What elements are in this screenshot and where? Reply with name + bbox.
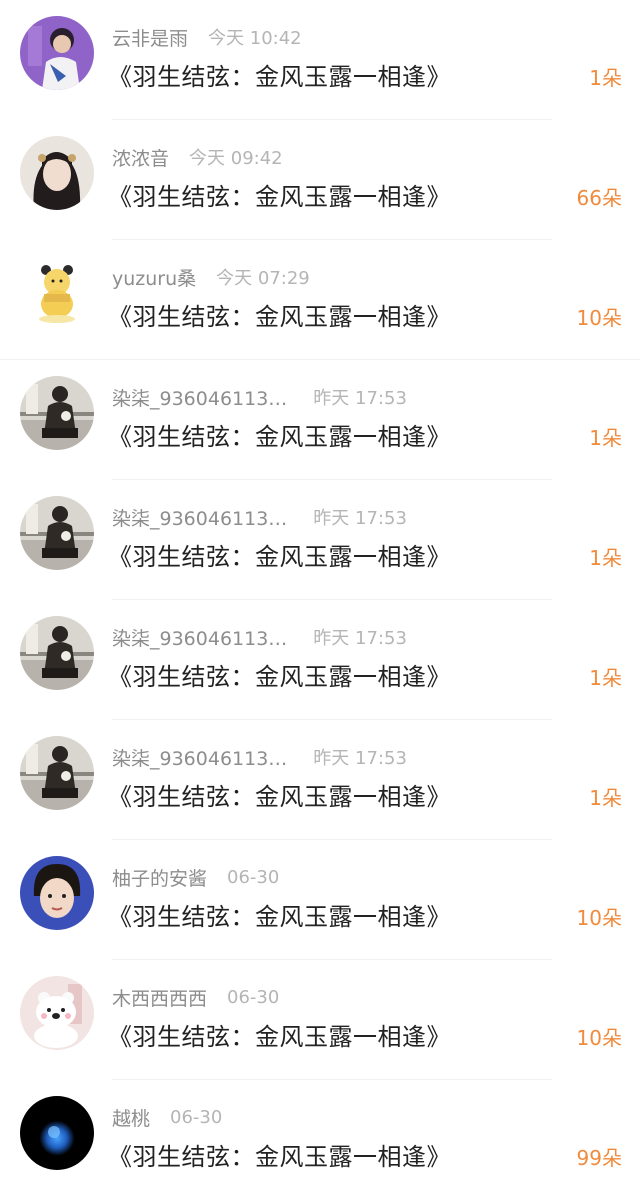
item-title: 《羽生结弦：金风玉露一相逢》 — [108, 63, 451, 91]
flower-count: 1朵 — [589, 786, 622, 810]
flower-count: 1朵 — [589, 426, 622, 450]
username[interactable]: 染柒_936046113… — [112, 504, 287, 531]
username[interactable]: 越桃 — [112, 1104, 150, 1131]
kneeling-person-avatar-icon[interactable] — [20, 496, 94, 570]
item-meta: 柚子的安酱 06-30 — [112, 864, 279, 890]
list-item[interactable]: yuzuru桑 今天 07:29 《羽生结弦：金风玉露一相逢》 10朵 — [0, 240, 640, 360]
item-title: 《羽生结弦：金风玉露一相逢》 — [108, 1023, 451, 1051]
timestamp: 昨天 17:53 — [313, 628, 407, 649]
list-item[interactable]: 染柒_936046113… 昨天 17:53 《羽生结弦：金风玉露一相逢》 1朵 — [0, 600, 640, 720]
username[interactable]: 浓浓音 — [112, 144, 169, 171]
flower-count: 1朵 — [589, 666, 622, 690]
flower-count: 1朵 — [589, 66, 622, 90]
white-bear-avatar-icon[interactable] — [20, 976, 94, 1050]
username[interactable]: 染柒_936046113… — [112, 744, 287, 771]
flower-count: 99朵 — [576, 1146, 622, 1170]
item-title: 《羽生结弦：金风玉露一相逢》 — [108, 1143, 451, 1171]
timestamp: 06-30 — [170, 1106, 223, 1128]
kneeling-person-avatar-icon[interactable] — [20, 736, 94, 810]
item-meta: 云非是雨 今天 10:42 — [112, 24, 302, 50]
list-item[interactable]: 浓浓音 今天 09:42 《羽生结弦：金风玉露一相逢》 66朵 — [0, 120, 640, 240]
username[interactable]: 染柒_936046113… — [112, 624, 287, 651]
gift-record-list: 云非是雨 今天 10:42 《羽生结弦：金风玉露一相逢》 1朵 浓浓音 今天 09:42… — [0, 0, 640, 1190]
item-title: 《羽生结弦：金风玉露一相逢》 — [108, 543, 451, 571]
list-item[interactable]: 柚子的安酱 06-30 《羽生结弦：金风玉露一相逢》 10朵 — [0, 840, 640, 960]
timestamp: 昨天 17:53 — [313, 388, 407, 409]
username[interactable]: 木西西西西 — [112, 984, 207, 1011]
woman-portrait-avatar-icon[interactable] — [20, 136, 94, 210]
timestamp: 06-30 — [227, 866, 280, 888]
item-meta: 染柒_936046113… 昨天 17:53 — [112, 504, 407, 530]
item-title: 《羽生结弦：金风玉露一相逢》 — [108, 183, 451, 211]
boy-portrait-avatar-icon[interactable] — [20, 856, 94, 930]
item-title: 《羽生结弦：金风玉露一相逢》 — [108, 903, 451, 931]
username[interactable]: 柚子的安酱 — [112, 864, 207, 891]
item-meta: 染柒_936046113… 昨天 17:53 — [112, 384, 407, 410]
blue-glow-avatar-icon[interactable] — [20, 1096, 94, 1170]
item-meta: 越桃 06-30 — [112, 1104, 222, 1130]
kneeling-person-avatar-icon[interactable] — [20, 616, 94, 690]
kneeling-person-avatar-icon[interactable] — [20, 376, 94, 450]
item-title: 《羽生结弦：金风玉露一相逢》 — [108, 783, 451, 811]
list-item[interactable]: 木西西西西 06-30 《羽生结弦：金风玉露一相逢》 10朵 — [0, 960, 640, 1080]
item-meta: 浓浓音 今天 09:42 — [112, 144, 283, 170]
flower-count: 10朵 — [576, 306, 622, 330]
timestamp: 今天 09:42 — [189, 148, 283, 169]
timestamp: 今天 10:42 — [208, 28, 302, 49]
timestamp: 昨天 17:53 — [313, 748, 407, 769]
item-title: 《羽生结弦：金风玉露一相逢》 — [108, 303, 451, 331]
list-item[interactable]: 云非是雨 今天 10:42 《羽生结弦：金风玉露一相逢》 1朵 — [0, 0, 640, 120]
item-meta: 染柒_936046113… 昨天 17:53 — [112, 624, 407, 650]
username[interactable]: 染柒_936046113… — [112, 384, 287, 411]
flower-count: 1朵 — [589, 546, 622, 570]
pooh-bear-avatar-icon[interactable] — [20, 256, 94, 330]
username[interactable]: yuzuru桑 — [112, 264, 196, 291]
figure-skater-avatar-icon[interactable] — [20, 16, 94, 90]
item-meta: 染柒_936046113… 昨天 17:53 — [112, 744, 407, 770]
timestamp: 昨天 17:53 — [313, 508, 407, 529]
list-item[interactable]: 越桃 06-30 《羽生结弦：金风玉露一相逢》 99朵 — [0, 1080, 640, 1200]
flower-count: 10朵 — [576, 1026, 622, 1050]
timestamp: 06-30 — [227, 986, 280, 1008]
item-meta: 木西西西西 06-30 — [112, 984, 279, 1010]
list-item[interactable]: 染柒_936046113… 昨天 17:53 《羽生结弦：金风玉露一相逢》 1朵 — [0, 720, 640, 840]
list-item[interactable]: 染柒_936046113… 昨天 17:53 《羽生结弦：金风玉露一相逢》 1朵 — [0, 480, 640, 600]
flower-count: 10朵 — [576, 906, 622, 930]
item-title: 《羽生结弦：金风玉露一相逢》 — [108, 663, 451, 691]
flower-count: 66朵 — [576, 186, 622, 210]
item-title: 《羽生结弦：金风玉露一相逢》 — [108, 423, 451, 451]
list-item[interactable]: 染柒_936046113… 昨天 17:53 《羽生结弦：金风玉露一相逢》 1朵 — [0, 360, 640, 480]
username[interactable]: 云非是雨 — [112, 24, 188, 51]
timestamp: 今天 07:29 — [216, 268, 310, 289]
item-meta: yuzuru桑 今天 07:29 — [112, 264, 310, 290]
